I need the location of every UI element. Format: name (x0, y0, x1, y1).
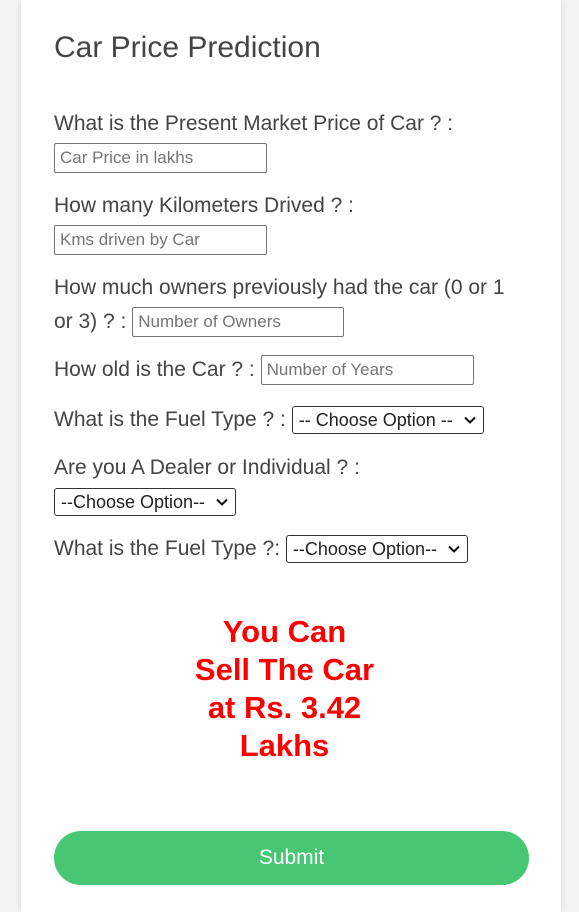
chevron-down-icon (464, 417, 476, 425)
kms-driven-group: How many Kilometers Drived ? : (54, 189, 524, 257)
car-age-input[interactable] (260, 355, 474, 386)
transmission-group: What is the Fuel Type ?: --Choose Option… (54, 532, 524, 566)
present-price-input[interactable] (54, 143, 267, 174)
chevron-down-icon (448, 546, 460, 554)
present-price-group: What is the Present Market Price of Car … (54, 107, 524, 175)
transmission-label: What is the Fuel Type ?: (54, 537, 281, 560)
seller-type-group: Are you A Dealer or Individual ? : --Cho… (54, 451, 524, 519)
seller-type-label: Are you A Dealer or Individual ? : (54, 456, 360, 479)
seller-type-selected: --Choose Option-- (61, 492, 206, 513)
prediction-result: You Can Sell The Car at Rs. 3.42 Lakhs (194, 614, 375, 763)
car-age-label: How old is the Car ? : (54, 358, 255, 381)
kms-driven-label: How many Kilometers Drived ? : (54, 194, 354, 217)
seller-type-select[interactable]: --Choose Option-- (54, 488, 236, 517)
transmission-select[interactable]: --Choose Option-- (285, 535, 468, 564)
transmission-selected: --Choose Option-- (292, 539, 437, 560)
fuel-type-selected: -- Choose Option -- (298, 410, 453, 431)
form-card: Car Price Prediction What is the Present… (21, 0, 561, 912)
kms-driven-input[interactable] (54, 225, 267, 256)
owners-group: How much owners previously had the car (… (54, 271, 529, 339)
fuel-type-group: What is the Fuel Type ? : -- Choose Opti… (54, 403, 524, 437)
page-title: Car Price Prediction (54, 31, 321, 64)
fuel-type-select[interactable]: -- Choose Option -- (291, 406, 484, 435)
owners-input[interactable] (132, 307, 345, 338)
fuel-type-label: What is the Fuel Type ? : (54, 408, 286, 431)
submit-button[interactable]: Submit (54, 831, 529, 885)
chevron-down-icon (216, 499, 228, 507)
present-price-label: What is the Present Market Price of Car … (54, 112, 454, 135)
car-age-group: How old is the Car ? : (54, 353, 524, 387)
